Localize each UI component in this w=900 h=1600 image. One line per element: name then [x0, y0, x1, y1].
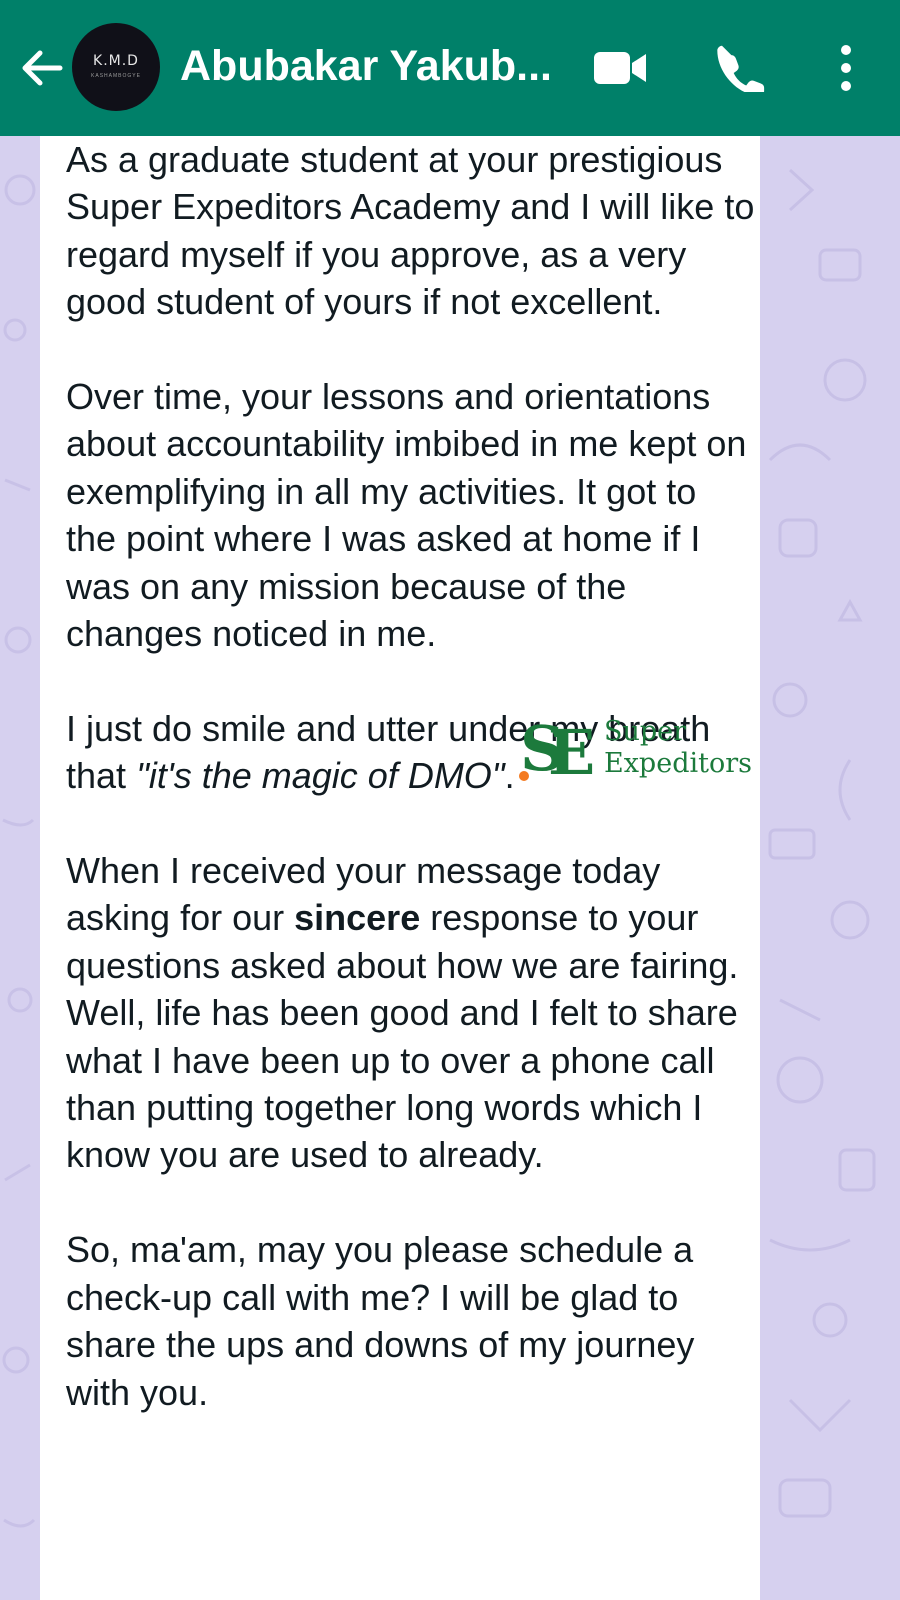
logo-word-super: Super	[604, 716, 687, 747]
avatar[interactable]: K.M.D KASHAMBOGYE	[72, 23, 160, 111]
message-bubble[interactable]: As a graduate student at your prestigiou…	[40, 136, 760, 1600]
avatar-initials: K.M.D	[93, 53, 139, 69]
message-paragraph-4: When I received your message today askin…	[66, 847, 756, 1179]
more-vertical-icon[interactable]	[830, 42, 862, 94]
arrow-left-icon[interactable]	[18, 44, 66, 92]
p3-italic: "it's the magic of DMO"	[136, 755, 505, 797]
se-logo-mark: S E	[519, 712, 595, 784]
avatar-subtext: KASHAMBOGYE	[91, 73, 141, 79]
p4-end: response to your questions asked about h…	[66, 897, 739, 1176]
logo-word-expeditors: Expeditors	[604, 748, 752, 779]
super-expeditors-logo: S E Super Expeditors	[518, 712, 760, 784]
message-paragraph-2: Over time, your lessons and orientations…	[66, 376, 747, 655]
chat-header: K.M.D KASHAMBOGYE Abubakar Yakub...	[0, 0, 900, 136]
message-text: As a graduate student at your prestigiou…	[66, 136, 756, 1463]
p3-end: .	[504, 755, 515, 797]
p4-bold: sincere	[294, 897, 421, 939]
contact-name[interactable]: Abubakar Yakub...	[180, 38, 560, 94]
message-paragraph-1: As a graduate student at your prestigiou…	[66, 139, 755, 323]
phone-icon[interactable]	[716, 42, 766, 92]
svg-text:E: E	[548, 716, 595, 784]
message-paragraph-5: So, ma'am, may you please schedule a che…	[66, 1229, 695, 1413]
video-camera-icon[interactable]	[592, 46, 648, 90]
